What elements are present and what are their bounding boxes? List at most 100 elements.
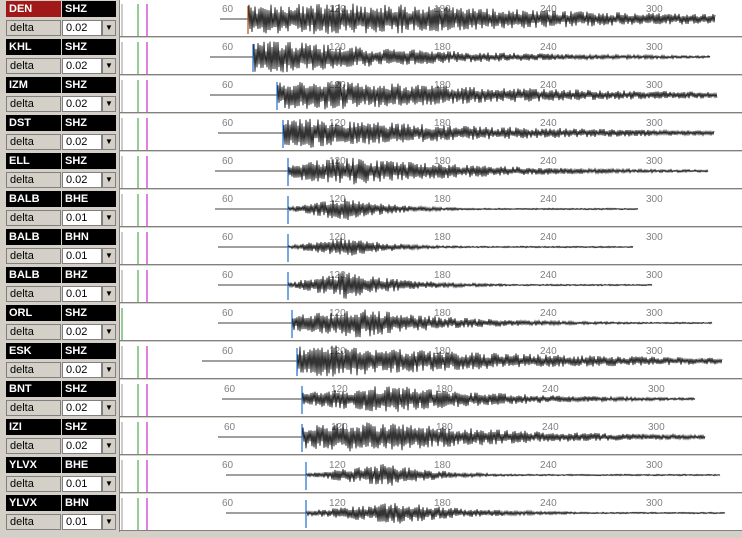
waveform-plot[interactable]: 60 120 180 240 300 <box>120 381 742 418</box>
delta-field[interactable]: 0.01 <box>62 248 102 264</box>
station-label[interactable]: YLVX <box>6 495 61 511</box>
dropdown-arrow-icon[interactable]: ▼ <box>102 96 116 112</box>
dropdown-arrow-icon[interactable]: ▼ <box>102 248 116 264</box>
station-label[interactable]: ORL <box>6 305 61 321</box>
channel-code[interactable]: BHE <box>62 457 116 473</box>
channel-code[interactable]: SHZ <box>62 1 116 17</box>
channel-code[interactable]: BHE <box>62 191 116 207</box>
station-label[interactable]: BNT <box>6 381 61 397</box>
delta-field[interactable]: 0.02 <box>62 172 102 188</box>
waveform-trace[interactable]: 60 120 180 240 300 <box>120 266 742 303</box>
waveform-plot[interactable]: 60 120 180 240 300 <box>120 77 742 114</box>
delta-field[interactable]: 0.02 <box>62 324 102 340</box>
station-label[interactable]: DEN <box>6 1 61 17</box>
delta-field[interactable]: 0.02 <box>62 134 102 150</box>
channel-code[interactable]: SHZ <box>62 77 116 93</box>
waveform-trace[interactable]: 60 120 180 240 300 <box>120 0 742 37</box>
channel-panel: BALB BHZ delta 0.01 ▼ <box>0 266 120 304</box>
waveform-plot[interactable]: 60 120 180 240 300 <box>120 39 742 76</box>
dropdown-arrow-icon[interactable]: ▼ <box>102 172 116 188</box>
station-label[interactable]: DST <box>6 115 61 131</box>
channel-panel: IZM SHZ delta 0.02 ▼ <box>0 76 120 114</box>
time-tick-label: 300 <box>646 270 663 281</box>
channel-code[interactable]: SHZ <box>62 343 116 359</box>
waveform-trace[interactable]: 60 120 180 240 300 <box>120 494 742 531</box>
waveform-plot[interactable]: 60 120 180 240 300 <box>120 305 742 342</box>
waveform-trace[interactable]: 60 120 180 240 300 <box>120 114 742 151</box>
waveform-trace[interactable]: 60 120 180 240 300 <box>120 456 742 493</box>
waveform-trace[interactable]: 60 120 180 240 300 <box>120 304 742 341</box>
dropdown-arrow-icon[interactable]: ▼ <box>102 286 116 302</box>
time-tick-label: 300 <box>646 118 663 129</box>
channel-code[interactable]: SHZ <box>62 115 116 131</box>
delta-field[interactable]: 0.01 <box>62 476 102 492</box>
delta-field[interactable]: 0.02 <box>62 20 102 36</box>
station-label[interactable]: BALB <box>6 229 61 245</box>
dropdown-arrow-icon[interactable]: ▼ <box>102 514 116 530</box>
waveform-trace[interactable]: 60 120 180 240 300 <box>120 418 742 455</box>
delta-field[interactable]: 0.02 <box>62 58 102 74</box>
channel-row: KHL SHZ delta 0.02 ▼ 60 120 180 240 300 <box>0 38 742 76</box>
waveform-plot[interactable]: 60 120 180 240 300 <box>120 115 742 152</box>
channel-code[interactable]: SHZ <box>62 381 116 397</box>
time-tick-label: 300 <box>646 498 663 509</box>
channel-code[interactable]: SHZ <box>62 153 116 169</box>
delta-field[interactable]: 0.01 <box>62 286 102 302</box>
waveform-plot[interactable]: 60 120 180 240 300 <box>120 495 742 532</box>
station-label[interactable]: ESK <box>6 343 61 359</box>
time-tick-label: 300 <box>646 346 663 357</box>
waveform-trace[interactable]: 60 120 180 240 300 <box>120 380 742 417</box>
channel-code[interactable]: SHZ <box>62 419 116 435</box>
waveform-plot[interactable]: 60 120 180 240 300 <box>120 457 742 494</box>
station-label[interactable]: BALB <box>6 267 61 283</box>
channel-row: IZI SHZ delta 0.02 ▼ 60 120 180 240 300 <box>0 418 742 456</box>
time-tick-label: 240 <box>542 384 559 395</box>
time-tick-label: 60 <box>222 308 234 319</box>
waveform-plot[interactable]: 60 120 180 240 300 <box>120 229 742 266</box>
dropdown-arrow-icon[interactable]: ▼ <box>102 362 116 378</box>
channel-code[interactable]: BHN <box>62 229 116 245</box>
channel-code[interactable]: BHN <box>62 495 116 511</box>
waveform-trace[interactable]: 60 120 180 240 300 <box>120 76 742 113</box>
seismic-waveform <box>210 81 718 110</box>
waveform-trace[interactable]: 60 120 180 240 300 <box>120 38 742 75</box>
waveform-plot[interactable]: 60 120 180 240 300 <box>120 191 742 228</box>
station-label[interactable]: KHL <box>6 39 61 55</box>
seismic-waveform <box>215 198 639 221</box>
waveform-plot[interactable]: 60 120 180 240 300 <box>120 267 742 304</box>
station-label[interactable]: ELL <box>6 153 61 169</box>
station-label[interactable]: YLVX <box>6 457 61 473</box>
waveform-plot[interactable]: 60 120 180 240 300 <box>120 343 742 380</box>
delta-field[interactable]: 0.02 <box>62 438 102 454</box>
channel-panel: DST SHZ delta 0.02 ▼ <box>0 114 120 152</box>
waveform-plot[interactable]: 60 120 180 240 300 <box>120 1 742 38</box>
dropdown-arrow-icon[interactable]: ▼ <box>102 476 116 492</box>
station-label[interactable]: IZM <box>6 77 61 93</box>
dropdown-arrow-icon[interactable]: ▼ <box>102 324 116 340</box>
dropdown-arrow-icon[interactable]: ▼ <box>102 438 116 454</box>
channel-code[interactable]: BHZ <box>62 267 116 283</box>
station-label[interactable]: BALB <box>6 191 61 207</box>
channel-code[interactable]: SHZ <box>62 305 116 321</box>
delta-field[interactable]: 0.02 <box>62 96 102 112</box>
dropdown-arrow-icon[interactable]: ▼ <box>102 210 116 226</box>
waveform-trace[interactable]: 60 120 180 240 300 <box>120 152 742 189</box>
dropdown-arrow-icon[interactable]: ▼ <box>102 20 116 36</box>
delta-field[interactable]: 0.02 <box>62 362 102 378</box>
delta-field[interactable]: 0.02 <box>62 400 102 416</box>
channel-row: ESK SHZ delta 0.02 ▼ 60 120 180 240 300 <box>0 342 742 380</box>
waveform-trace[interactable]: 60 120 180 240 300 <box>120 342 742 379</box>
delta-field[interactable]: 0.01 <box>62 210 102 226</box>
waveform-trace[interactable]: 60 120 180 240 300 <box>120 228 742 265</box>
channel-code[interactable]: SHZ <box>62 39 116 55</box>
delta-field[interactable]: 0.01 <box>62 514 102 530</box>
waveform-plot[interactable]: 60 120 180 240 300 <box>120 419 742 456</box>
dropdown-arrow-icon[interactable]: ▼ <box>102 58 116 74</box>
time-tick-label: 240 <box>540 308 557 319</box>
waveform-plot[interactable]: 60 120 180 240 300 <box>120 153 742 190</box>
channel-row: DST SHZ delta 0.02 ▼ 60 120 180 240 300 <box>0 114 742 152</box>
station-label[interactable]: IZI <box>6 419 61 435</box>
waveform-trace[interactable]: 60 120 180 240 300 <box>120 190 742 227</box>
dropdown-arrow-icon[interactable]: ▼ <box>102 400 116 416</box>
dropdown-arrow-icon[interactable]: ▼ <box>102 134 116 150</box>
